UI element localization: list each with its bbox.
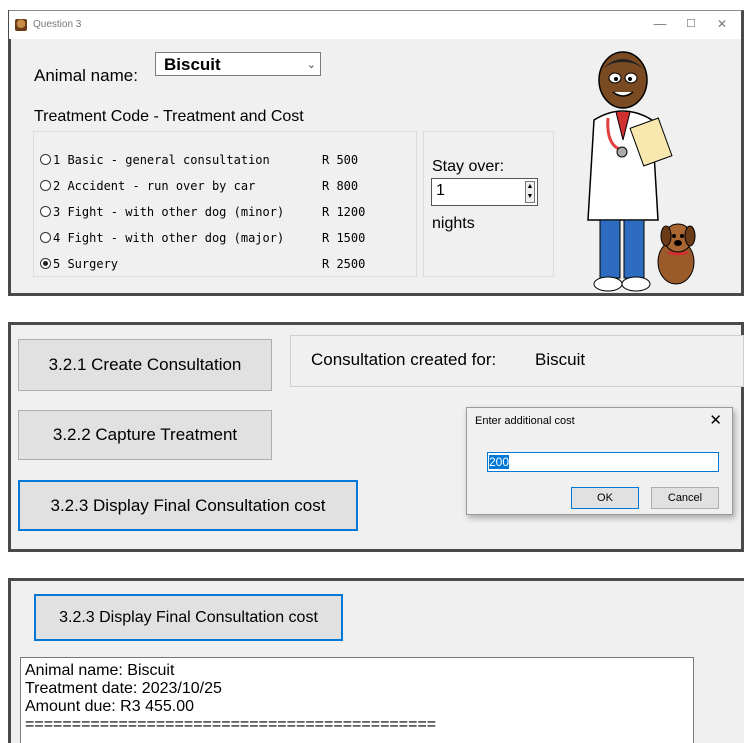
- animal-name-combobox[interactable]: Biscuit ⌄: [155, 52, 321, 76]
- output-line: Treatment date: 2023/10/25: [25, 680, 222, 697]
- treatment-cost: R 800: [322, 179, 359, 193]
- consultation-animal-name: Biscuit: [535, 350, 586, 369]
- dialog-ok-button[interactable]: OK: [571, 487, 639, 509]
- vet-illustration-icon: [587, 51, 696, 292]
- app-icon: [15, 19, 27, 31]
- treatment-label: 2 Accident - run over by car: [53, 179, 256, 193]
- minimize-icon[interactable]: —: [649, 15, 671, 33]
- radio-button-icon[interactable]: [40, 154, 51, 165]
- radio-button-icon[interactable]: [40, 180, 51, 191]
- additional-cost-dialog: Enter additional cost ✕ 200 OK Cancel: [466, 407, 733, 515]
- additional-cost-value: 200: [489, 455, 510, 469]
- display-final-cost-button[interactable]: 3.2.3 Display Final Consultation cost: [18, 480, 358, 531]
- consultation-created-label: Consultation created for:: [311, 350, 497, 369]
- radio-button-icon[interactable]: [40, 258, 51, 269]
- create-consultation-button[interactable]: 3.2.1 Create Consultation: [18, 339, 272, 391]
- output-line: Animal name: Biscuit: [25, 662, 175, 679]
- treatment-cost: R 500: [322, 153, 359, 167]
- dialog-title: Enter additional cost: [475, 415, 575, 427]
- output-line: ========================================…: [25, 716, 437, 733]
- treatment-cost: R 1500: [322, 231, 366, 245]
- treatment-cost: R 2500: [322, 257, 366, 271]
- treatment-cost: R 1200: [322, 205, 366, 219]
- dialog-close-icon[interactable]: ✕: [709, 411, 722, 429]
- treatment-option[interactable]: 5 Surgery: [40, 257, 118, 271]
- stay-over-value: 1: [436, 182, 445, 199]
- output-line: Amount due: R3 455.00: [25, 698, 195, 715]
- treatment-label: 4 Fight - with other dog (major): [53, 231, 285, 245]
- capture-treatment-button[interactable]: 3.2.2 Capture Treatment: [18, 410, 272, 460]
- output-memo: Animal name: Biscuit Treatment date: 202…: [20, 657, 694, 743]
- dialog-cancel-button[interactable]: Cancel: [651, 487, 719, 509]
- chevron-down-icon[interactable]: ⌄: [307, 58, 316, 71]
- maximize-icon[interactable]: ☐: [680, 15, 702, 33]
- additional-cost-input[interactable]: 200: [487, 452, 719, 472]
- treatment-label: 3 Fight - with other dog (minor): [53, 205, 285, 219]
- treatment-label: 5 Surgery: [53, 257, 119, 271]
- window-title: Question 3: [33, 19, 82, 30]
- stay-over-label: Stay over:: [432, 158, 505, 175]
- title-bar: Question 3 — ☐ ✕: [9, 11, 741, 39]
- radio-button-icon[interactable]: [40, 206, 51, 217]
- nights-label: nights: [432, 215, 475, 232]
- treatment-option[interactable]: 2 Accident - run over by car: [40, 179, 255, 193]
- radio-button-icon[interactable]: [40, 232, 51, 243]
- treatment-heading: Treatment Code - Treatment and Cost: [34, 108, 304, 125]
- close-icon[interactable]: ✕: [711, 15, 733, 33]
- treatment-option[interactable]: 4 Fight - with other dog (major): [40, 231, 284, 245]
- animal-name-label: Animal name:: [34, 66, 138, 85]
- treatment-label: 1 Basic - general consultation: [53, 153, 270, 167]
- display-final-cost-button-2[interactable]: 3.2.3 Display Final Consultation cost: [34, 594, 343, 641]
- spin-arrows-icon[interactable]: ▲ ▼: [525, 181, 535, 203]
- consultation-info-box: Consultation created for: Biscuit: [290, 335, 744, 387]
- stay-over-spinner[interactable]: 1 ▲ ▼: [431, 178, 538, 206]
- treatment-option[interactable]: 1 Basic - general consultation: [40, 153, 270, 167]
- treatment-option[interactable]: 3 Fight - with other dog (minor): [40, 205, 284, 219]
- animal-name-value: Biscuit: [164, 55, 221, 74]
